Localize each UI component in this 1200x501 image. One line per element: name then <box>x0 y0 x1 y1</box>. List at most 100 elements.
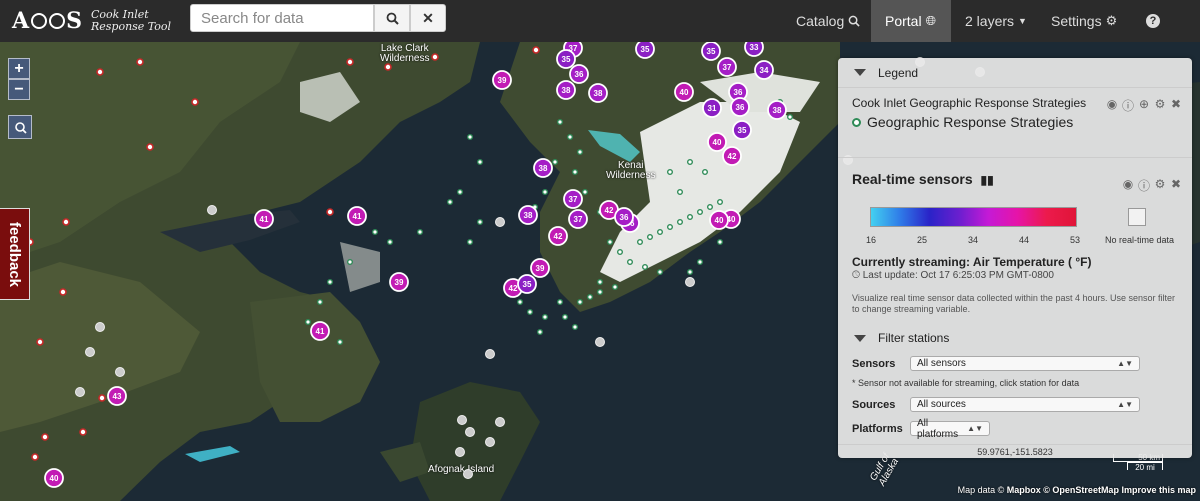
sensor-cluster[interactable]: 35 <box>701 42 721 61</box>
sensor-cluster[interactable]: 39 <box>492 70 512 90</box>
station-marker[interactable] <box>146 143 154 151</box>
grs-station-marker[interactable] <box>637 238 644 245</box>
filter-stations-header[interactable]: Filter stations <box>854 331 949 345</box>
grs-station-marker[interactable] <box>542 188 549 195</box>
grs-station-marker[interactable] <box>572 168 579 175</box>
station-marker[interactable] <box>79 428 87 436</box>
grs-station-marker[interactable] <box>702 168 709 175</box>
grs-station-marker[interactable] <box>657 228 664 235</box>
no-data-station-marker[interactable] <box>115 367 125 377</box>
grs-station-marker[interactable] <box>667 223 674 230</box>
sensor-cluster[interactable]: 38 <box>767 100 787 120</box>
improve-map-link[interactable]: Improve this map <box>1121 485 1196 495</box>
grs-station-marker[interactable] <box>347 258 354 265</box>
sensor-cluster[interactable]: 39 <box>389 272 409 292</box>
station-marker[interactable] <box>326 208 334 216</box>
sensor-cluster[interactable]: 40 <box>674 82 694 102</box>
brand-logo[interactable]: AS Cook Inlet Response Tool <box>12 6 171 36</box>
grs-station-marker[interactable] <box>697 258 704 265</box>
sensor-cluster[interactable]: 38 <box>533 158 553 178</box>
grs-station-marker[interactable] <box>642 263 649 270</box>
no-data-station-marker[interactable] <box>75 387 85 397</box>
sensor-cluster[interactable]: 42 <box>722 146 742 166</box>
info-icon[interactable]: ⓘ <box>1138 177 1150 194</box>
station-marker[interactable] <box>41 433 49 441</box>
sensor-cluster[interactable]: 43 <box>107 386 127 406</box>
no-data-station-marker[interactable] <box>457 415 467 425</box>
grs-station-marker[interactable] <box>542 314 549 321</box>
no-data-station-marker[interactable] <box>455 447 465 457</box>
grs-station-marker[interactable] <box>677 218 684 225</box>
grs-station-marker[interactable] <box>305 319 312 326</box>
station-marker[interactable] <box>36 338 44 346</box>
grs-station-marker[interactable] <box>572 324 579 331</box>
grs-station-marker[interactable] <box>627 258 634 265</box>
grs-station-marker[interactable] <box>597 288 604 295</box>
eye-icon[interactable]: ◉ <box>1106 97 1118 114</box>
grs-station-marker[interactable] <box>477 218 484 225</box>
sensor-cluster[interactable]: 37 <box>717 57 737 77</box>
grs-station-marker[interactable] <box>717 198 724 205</box>
grs-station-marker[interactable] <box>457 188 464 195</box>
grs-station-marker[interactable] <box>612 283 619 290</box>
sensor-cluster[interactable]: 36 <box>730 97 750 117</box>
grs-station-marker[interactable] <box>647 233 654 240</box>
sensor-cluster[interactable]: 41 <box>254 209 274 229</box>
legend-header[interactable]: Legend <box>838 58 1192 88</box>
sensor-cluster[interactable]: 36 <box>614 207 634 227</box>
station-marker[interactable] <box>59 288 67 296</box>
grs-station-marker[interactable] <box>557 118 564 125</box>
grs-station-marker[interactable] <box>707 203 714 210</box>
grs-station-marker[interactable] <box>552 158 559 165</box>
info-icon[interactable]: ⓘ <box>1122 97 1134 114</box>
no-data-station-marker[interactable] <box>95 322 105 332</box>
nav-settings[interactable]: Settings ⚙ <box>1037 0 1131 42</box>
help-button[interactable]: ? <box>1132 0 1174 42</box>
grs-station-marker[interactable] <box>562 314 569 321</box>
grs-station-marker[interactable] <box>337 339 344 346</box>
nav-portal[interactable]: Portal 🌐︎ <box>871 0 951 42</box>
grs-station-marker[interactable] <box>687 213 694 220</box>
close-icon[interactable]: ✖ <box>1170 97 1182 114</box>
sensor-cluster[interactable]: 34 <box>754 60 774 80</box>
no-data-station-marker[interactable] <box>495 217 505 227</box>
sensor-cluster[interactable]: 38 <box>518 205 538 225</box>
no-data-station-marker[interactable] <box>463 469 473 479</box>
sensor-cluster[interactable]: 33 <box>744 42 764 57</box>
grs-station-marker[interactable] <box>527 309 534 316</box>
sensor-cluster[interactable]: 35 <box>732 120 752 140</box>
station-marker[interactable] <box>532 46 540 54</box>
no-data-station-marker[interactable] <box>85 347 95 357</box>
sensor-cluster[interactable]: 40 <box>709 210 729 230</box>
platforms-select[interactable]: All platforms ▲▼ <box>910 418 990 440</box>
sensor-cluster[interactable]: 35 <box>517 274 537 294</box>
sensor-cluster[interactable]: 41 <box>310 321 330 341</box>
sensor-cluster[interactable]: 35 <box>556 49 576 69</box>
sensor-cluster[interactable]: 37 <box>563 189 583 209</box>
station-marker[interactable] <box>136 58 144 66</box>
grs-station-marker[interactable] <box>567 133 574 140</box>
station-marker[interactable] <box>384 63 392 71</box>
grs-station-marker[interactable] <box>537 329 544 336</box>
nav-layers[interactable]: 2 layers ▼ <box>951 0 1041 42</box>
no-data-station-marker[interactable] <box>685 277 695 287</box>
sensor-cluster[interactable]: 31 <box>702 98 722 118</box>
grs-station-marker[interactable] <box>617 248 624 255</box>
grs-station-marker[interactable] <box>697 208 704 215</box>
grs-station-marker[interactable] <box>582 188 589 195</box>
sensors-select[interactable]: All sensors ▲▼ <box>910 356 1140 371</box>
zoom-area-button[interactable] <box>8 115 32 139</box>
station-marker[interactable] <box>62 218 70 226</box>
grs-station-marker[interactable] <box>597 278 604 285</box>
eye-icon[interactable]: ◉ <box>1122 177 1134 194</box>
search-input[interactable] <box>190 4 374 32</box>
no-data-station-marker[interactable] <box>465 427 475 437</box>
grs-station-marker[interactable] <box>317 299 324 306</box>
grs-station-marker[interactable] <box>447 198 454 205</box>
grs-station-marker[interactable] <box>677 188 684 195</box>
no-data-station-marker[interactable] <box>485 349 495 359</box>
station-marker[interactable] <box>191 98 199 106</box>
clear-search-button[interactable]: ✕ <box>410 4 446 32</box>
grs-station-marker[interactable] <box>587 293 594 300</box>
osm-link[interactable]: © OpenStreetMap <box>1043 485 1119 495</box>
